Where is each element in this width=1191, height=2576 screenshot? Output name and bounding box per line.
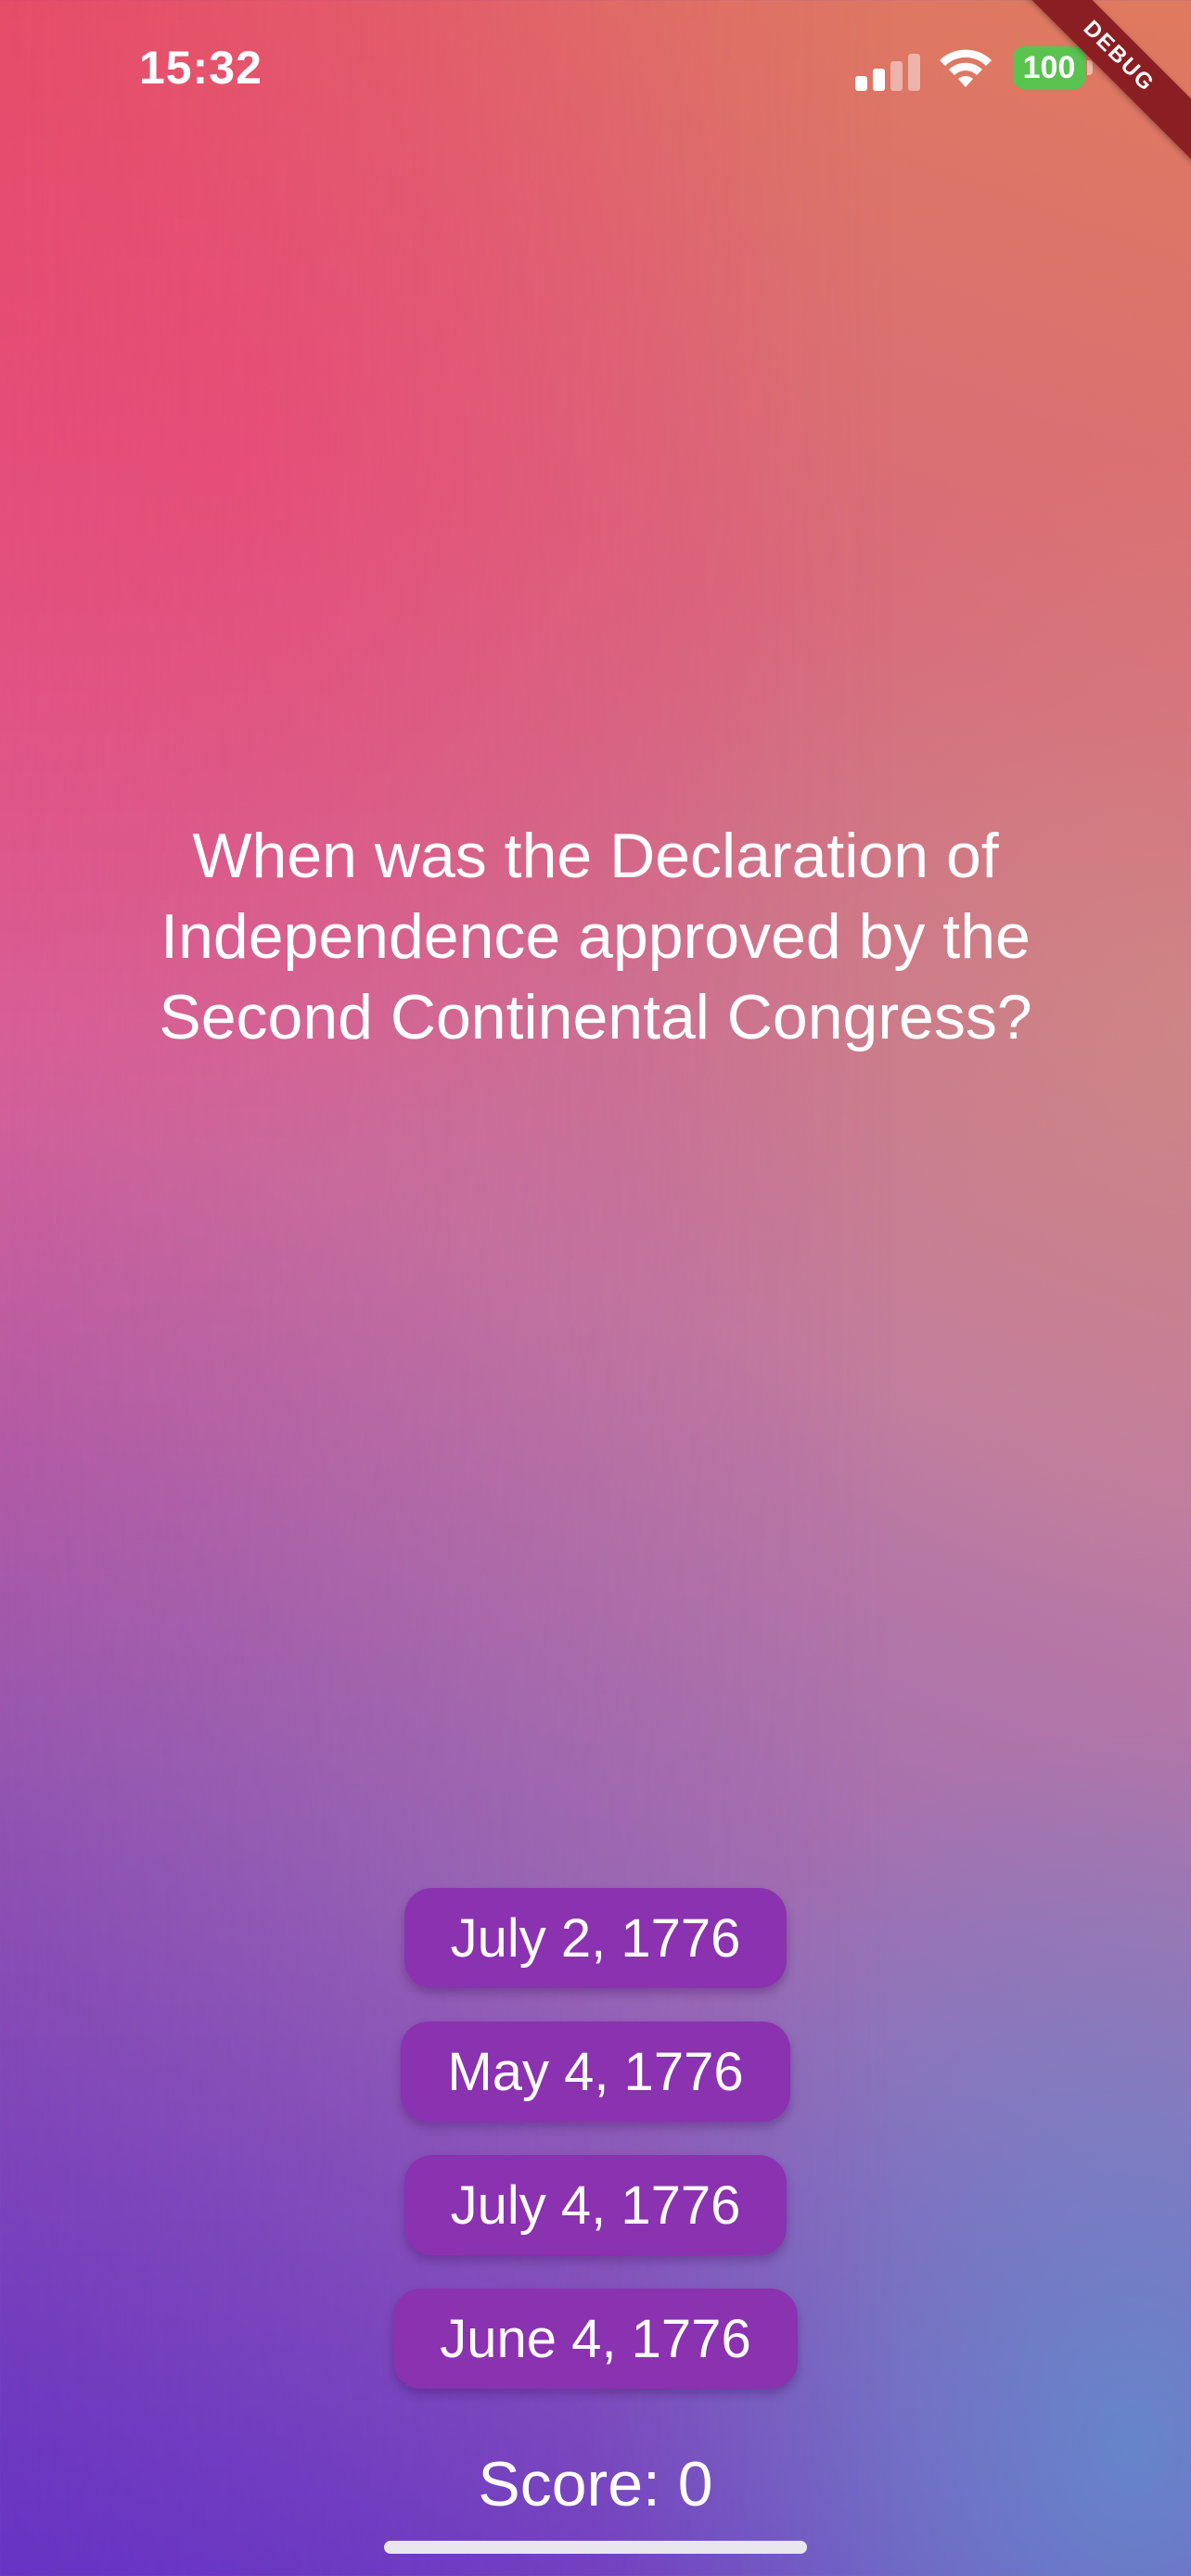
status-bar: 15:32 100: [0, 0, 1191, 139]
answer-button[interactable]: May 4, 1776: [401, 2021, 790, 2122]
answer-button[interactable]: July 2, 1776: [403, 1888, 788, 1988]
status-time: 15:32: [139, 42, 263, 94]
answer-button[interactable]: July 4, 1776: [403, 2155, 788, 2255]
wifi-icon: [940, 49, 992, 87]
score-text: Score: 0: [478, 2449, 713, 2519]
battery-icon: 100: [1013, 46, 1093, 89]
question-text: When was the Declaration of Independence…: [159, 821, 1032, 1052]
cellular-signal-icon: [855, 54, 920, 91]
home-indicator[interactable]: [384, 2541, 807, 2554]
battery-level: 100: [1013, 46, 1085, 89]
battery-cap: [1087, 60, 1093, 75]
answer-button[interactable]: June 4, 1776: [393, 2289, 798, 2389]
answer-list: July 2, 1776 May 4, 1776 July 4, 1776 Ju…: [0, 1888, 1191, 2422]
